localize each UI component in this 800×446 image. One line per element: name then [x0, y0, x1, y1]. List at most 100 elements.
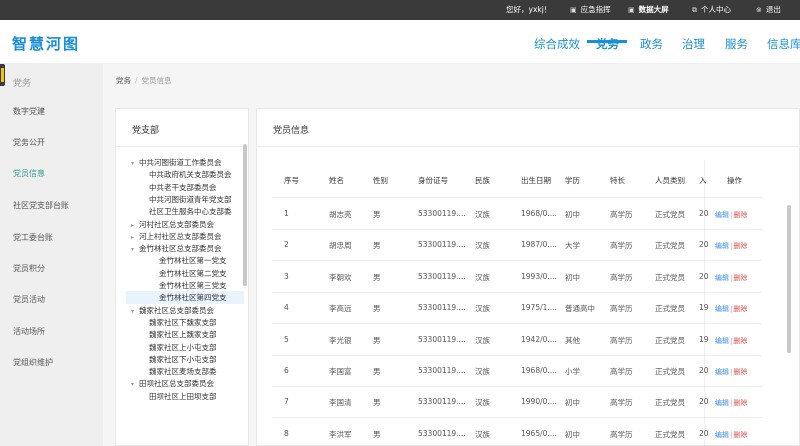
- table-cell: 高学历: [610, 241, 633, 251]
- tree-node[interactable]: ▾ 金竹林社区总支部委员会: [131, 242, 222, 255]
- table-cell: 1993/0....: [521, 271, 557, 281]
- delete-button[interactable]: 删除: [733, 337, 747, 345]
- tree-node[interactable]: 魏家社区下魏家支部: [141, 316, 217, 329]
- delete-button[interactable]: 删除: [733, 431, 747, 439]
- table-cell: 1968/0....: [521, 209, 557, 218]
- delete-button[interactable]: 删除: [733, 399, 747, 407]
- tree-node-label: 金竹林社区第二党支: [159, 268, 227, 278]
- row-actions: 编辑|删除: [715, 241, 747, 251]
- tree-node[interactable]: ▾ 中共河图街道工作委员会: [131, 156, 222, 169]
- row-divider: [272, 260, 762, 262]
- nav-item-overview[interactable]: 综合成效: [534, 36, 580, 52]
- caret-down-icon[interactable]: ▾: [131, 157, 139, 170]
- tree-scrollbar[interactable]: [243, 144, 247, 286]
- tree-panel-title: 党支部: [132, 126, 160, 136]
- tree-node[interactable]: 金竹林社区第三党支: [151, 279, 227, 292]
- edit-button[interactable]: 编辑: [715, 274, 729, 282]
- edit-button[interactable]: 编辑: [715, 211, 729, 219]
- tree-node[interactable]: ▸ 河村社区总支部委员会: [131, 218, 214, 231]
- table-cell: 53300119....: [418, 428, 466, 438]
- table-scrollbar[interactable]: [787, 205, 791, 353]
- tree-node[interactable]: 魏家社区麦场支部委: [141, 365, 217, 378]
- column-header: 身份证号: [418, 176, 448, 185]
- edit-button[interactable]: 编辑: [715, 431, 729, 439]
- table-cell: 高学历: [610, 335, 633, 345]
- sidebar-item-member-activities[interactable]: 党员活动: [13, 294, 45, 305]
- caret-down-icon[interactable]: ▾: [131, 243, 139, 256]
- logout-link[interactable]: ⊗ 退出: [756, 0, 781, 20]
- tree-node[interactable]: 魏家社区上小屯支部: [141, 341, 217, 354]
- tree-node[interactable]: 魏家社区下小屯支部: [141, 353, 217, 366]
- edit-button[interactable]: 编辑: [715, 399, 729, 407]
- table-cell: 高学历: [610, 272, 633, 282]
- sidebar-item-digital-party[interactable]: 数字党建: [13, 106, 45, 117]
- row-divider: [272, 386, 762, 387]
- tree-node[interactable]: ▾ 田坝社区总支部委员会: [131, 377, 214, 390]
- tree-node[interactable]: 中共河图街道青年党支部: [141, 193, 232, 206]
- table-cell: 普通高中: [565, 304, 595, 314]
- table-cell: 男: [373, 429, 381, 439]
- sidebar-item-org-maintenance[interactable]: 党组织维护: [13, 357, 53, 368]
- tree-node-label: 魏家社区上魏家支部: [149, 330, 217, 340]
- delete-button[interactable]: 删除: [733, 305, 747, 313]
- caret-down-icon[interactable]: ▾: [131, 305, 139, 318]
- delete-button[interactable]: 删除: [733, 211, 747, 219]
- sidebar-item-committee-ledger[interactable]: 党工委台账: [13, 232, 53, 243]
- personal-center-link[interactable]: ⧉ 个人中心: [692, 0, 731, 20]
- sidebar-item-branch-ledger[interactable]: 社区党支部台账: [13, 200, 69, 211]
- delete-button[interactable]: 删除: [733, 368, 747, 376]
- tree-node[interactable]: 魏家社区上魏家支部: [141, 328, 217, 341]
- table-cell: 高学历: [610, 398, 633, 408]
- tree-node[interactable]: 中共政府机关支部委员会: [141, 168, 232, 181]
- nav-item-party-affairs[interactable]: 党务: [596, 36, 619, 52]
- sidebar-item-member-info[interactable]: 党员信息: [13, 168, 45, 179]
- tree-node[interactable]: ▸ 河上村社区总支部委员会: [131, 230, 222, 243]
- screen-icon: ▣: [628, 6, 635, 14]
- action-separator: |: [730, 273, 733, 282]
- edit-button[interactable]: 编辑: [715, 305, 729, 313]
- data-screen-link[interactable]: ▣ 数据大屏: [628, 0, 669, 20]
- sidebar-item-party-public[interactable]: 党务公开: [13, 137, 45, 148]
- table-cell: 1987/0....: [521, 240, 557, 250]
- table-cell: 初中: [565, 210, 580, 219]
- breadcrumb-root[interactable]: 党务: [116, 76, 131, 85]
- tree-node[interactable]: 金竹林社区第二党支: [151, 267, 227, 280]
- top-bar: 您好，yxkj！ ▣ 应急指挥 ▣ 数据大屏 ⧉ 个人中心 ⊗ 退出: [0, 0, 800, 20]
- tree-node[interactable]: 金竹林社区第一党支: [151, 254, 227, 267]
- column-header: 学历: [565, 176, 580, 185]
- sidebar-collapse-handle[interactable]: [0, 64, 5, 86]
- table-cell: 3: [284, 271, 289, 281]
- tree-node[interactable]: ▾ 魏家社区总支部委员会: [131, 304, 214, 317]
- nav-item-governance[interactable]: 治理: [682, 36, 705, 52]
- edit-button[interactable]: 编辑: [715, 337, 729, 345]
- header: 智慧河图 综合成效 党务 政务 治理 服务 信息库: [0, 20, 800, 64]
- edit-button[interactable]: 编辑: [715, 242, 729, 250]
- tree-node[interactable]: 社区卫生服务中心支部委: [141, 205, 232, 218]
- sidebar-item-member-points[interactable]: 党员积分: [13, 263, 45, 274]
- edit-button[interactable]: 编辑: [715, 368, 729, 376]
- table-cell: 高学历: [610, 304, 633, 314]
- nav-item-service[interactable]: 服务: [725, 36, 748, 52]
- table-cell: 其他: [565, 335, 580, 345]
- nav-item-government[interactable]: 政务: [640, 36, 663, 52]
- tree-node[interactable]: 田坝社区上田坝支部: [141, 390, 217, 403]
- nav-item-info-library[interactable]: 信息库: [767, 36, 800, 52]
- table-cell: 初中: [565, 398, 580, 408]
- tree-node[interactable]: 金竹林社区第四党支: [126, 291, 244, 305]
- sidebar-item-venues[interactable]: 活动场所: [13, 326, 45, 337]
- emergency-command-link[interactable]: ▣ 应急指挥: [570, 0, 611, 20]
- table-cell: 高学历: [610, 429, 633, 439]
- delete-button[interactable]: 删除: [733, 242, 747, 250]
- logo: 智慧河图: [12, 35, 81, 53]
- table-cell: 男: [373, 335, 381, 345]
- table-cell: 53300119....: [418, 271, 466, 281]
- table-cell: 4: [284, 303, 289, 313]
- table-cell: 正式党员: [655, 367, 685, 376]
- delete-button[interactable]: 删除: [733, 274, 747, 282]
- caret-down-icon[interactable]: ▾: [131, 378, 139, 391]
- table-cell: 正式党员: [655, 304, 685, 314]
- row-divider: [272, 229, 762, 230]
- row-divider: [272, 417, 762, 419]
- table-cell: 李洪军: [329, 429, 352, 439]
- tree-node[interactable]: 中共老干支部委员会: [141, 181, 217, 194]
